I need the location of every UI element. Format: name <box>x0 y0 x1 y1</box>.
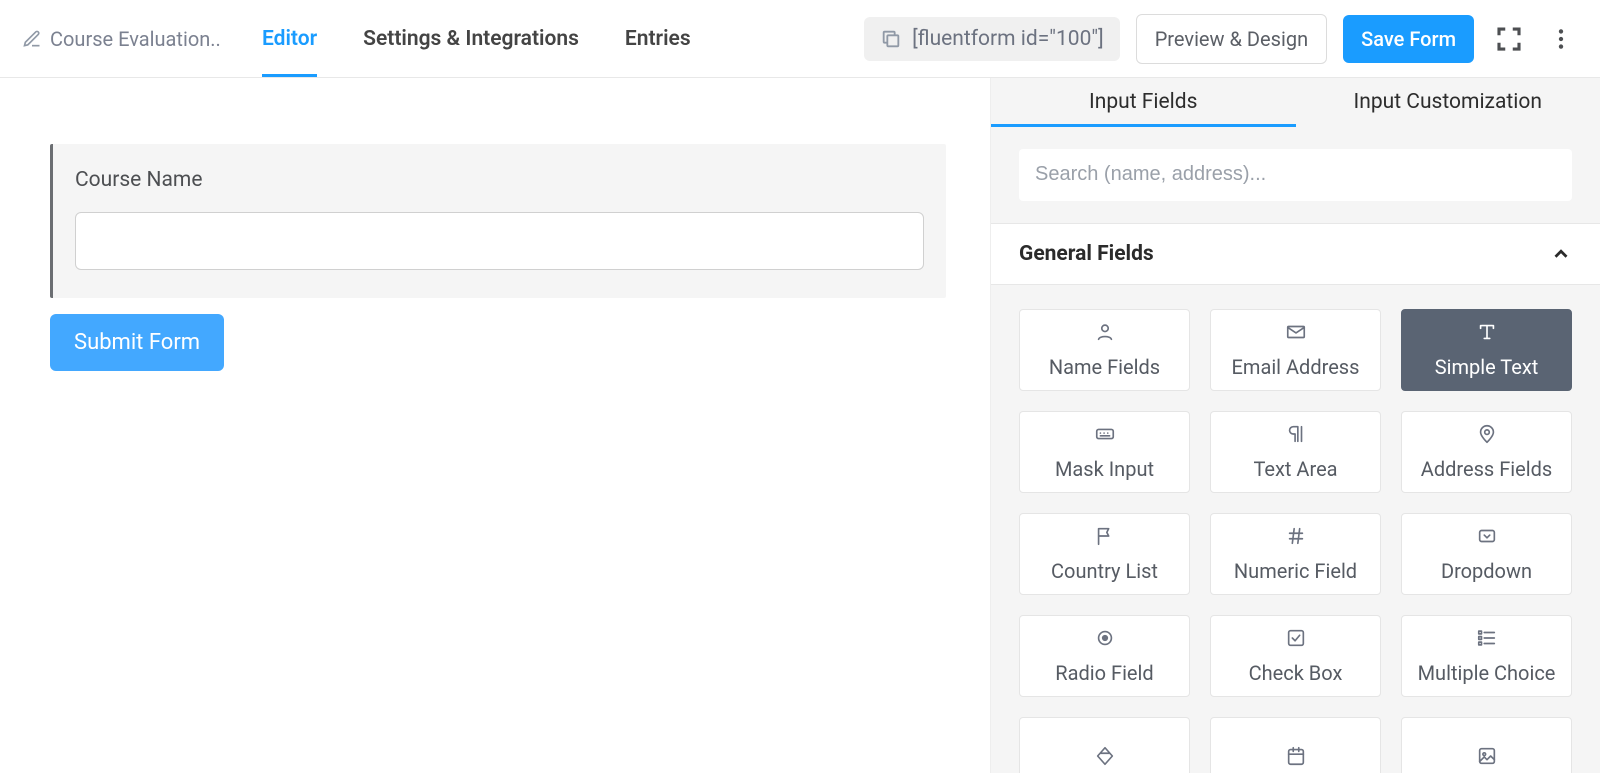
search-input[interactable] <box>1019 149 1572 201</box>
more-menu-button[interactable] <box>1544 22 1578 56</box>
tab-label: Settings & Integrations <box>363 27 579 51</box>
field-card-simple-text[interactable]: Simple Text <box>1401 309 1572 391</box>
fullscreen-icon <box>1494 24 1524 54</box>
form-title[interactable]: Course Evaluation... <box>22 27 222 51</box>
field-card-label: Email Address <box>1232 355 1360 379</box>
tab-label: Editor <box>262 27 317 51</box>
field-card-label: Country List <box>1051 559 1158 583</box>
mail-icon <box>1284 321 1308 347</box>
field-card-label: Multiple Choice <box>1418 661 1556 685</box>
field-card-address-fields[interactable]: Address Fields <box>1401 411 1572 493</box>
paragraph-icon <box>1284 423 1308 449</box>
copy-icon <box>880 28 902 50</box>
sidebar-tabs: Input Fields Input Customization <box>991 78 1600 127</box>
radio-icon <box>1093 627 1117 653</box>
field-card-label: Address Fields <box>1421 457 1552 481</box>
field-card-diamond[interactable] <box>1019 717 1190 773</box>
user-icon <box>1093 321 1117 347</box>
tab-input-customization[interactable]: Input Customization <box>1296 78 1600 127</box>
form-title-text: Course Evaluation... <box>50 27 222 51</box>
field-card-numeric-field[interactable]: Numeric Field <box>1210 513 1381 595</box>
field-card-check-box[interactable]: Check Box <box>1210 615 1381 697</box>
search-wrap <box>991 127 1600 223</box>
field-card-multiple-choice[interactable]: Multiple Choice <box>1401 615 1572 697</box>
field-card-label: Radio Field <box>1055 661 1153 685</box>
canvas-area: Course Name Submit Form <box>0 78 990 773</box>
form-field-block[interactable]: Course Name <box>50 144 946 298</box>
preview-design-button[interactable]: Preview & Design <box>1136 14 1327 64</box>
diamond-icon <box>1093 745 1117 771</box>
side-tab-label: Input Fields <box>1089 90 1197 114</box>
field-label: Course Name <box>75 168 924 192</box>
side-tab-label: Input Customization <box>1354 90 1542 114</box>
shortcode-text: [fluentform id="100"] <box>912 27 1104 51</box>
field-card-name-fields[interactable]: Name Fields <box>1019 309 1190 391</box>
field-card-text-area[interactable]: Text Area <box>1210 411 1381 493</box>
field-card-label: Name Fields <box>1049 355 1160 379</box>
top-right: [fluentform id="100"] Preview & Design S… <box>864 14 1578 64</box>
field-card-label: Simple Text <box>1435 355 1539 379</box>
main: Course Name Submit Form Input Fields Inp… <box>0 78 1600 773</box>
save-form-button[interactable]: Save Form <box>1343 15 1474 63</box>
field-card-label: Mask Input <box>1055 457 1154 481</box>
more-vertical-icon <box>1548 26 1574 52</box>
field-card-label: Check Box <box>1249 661 1343 685</box>
section-title: General Fields <box>1019 242 1154 266</box>
pin-icon <box>1475 423 1499 449</box>
field-card-country-list[interactable]: Country List <box>1019 513 1190 595</box>
chevron-up-icon <box>1550 243 1572 265</box>
shortcode-box[interactable]: [fluentform id="100"] <box>864 17 1120 61</box>
list-icon <box>1475 627 1499 653</box>
field-card-mask-input[interactable]: Mask Input <box>1019 411 1190 493</box>
calendar-icon <box>1284 745 1308 771</box>
tab-entries[interactable]: Entries <box>625 0 691 77</box>
field-card-label: Text Area <box>1253 457 1337 481</box>
field-card-label: Dropdown <box>1441 559 1532 583</box>
field-card-label: Numeric Field <box>1234 559 1357 583</box>
field-card-email-address[interactable]: Email Address <box>1210 309 1381 391</box>
top-tabs: Editor Settings & Integrations Entries <box>262 0 691 77</box>
keyboard-icon <box>1093 423 1117 449</box>
sidebar: Input Fields Input Customization General… <box>990 78 1600 773</box>
tab-editor[interactable]: Editor <box>262 0 317 77</box>
field-card-image[interactable] <box>1401 717 1572 773</box>
flag-icon <box>1093 525 1117 551</box>
pencil-icon <box>22 29 42 49</box>
field-card-dropdown[interactable]: Dropdown <box>1401 513 1572 595</box>
fullscreen-button[interactable] <box>1490 20 1528 58</box>
image-icon <box>1475 745 1499 771</box>
tab-input-fields[interactable]: Input Fields <box>991 78 1296 127</box>
submit-form-button[interactable]: Submit Form <box>50 314 224 371</box>
course-name-input[interactable] <box>75 212 924 270</box>
field-card-calendar[interactable] <box>1210 717 1381 773</box>
tab-settings-integrations[interactable]: Settings & Integrations <box>363 0 579 77</box>
tab-label: Entries <box>625 27 691 51</box>
field-card-radio-field[interactable]: Radio Field <box>1019 615 1190 697</box>
top-bar: Course Evaluation... Editor Settings & I… <box>0 0 1600 78</box>
fields-grid: Name Fields Email Address Simple Text Mask … <box>991 285 1600 773</box>
hash-icon <box>1284 525 1308 551</box>
check-icon <box>1284 627 1308 653</box>
dropdown-icon <box>1475 525 1499 551</box>
section-header-general-fields[interactable]: General Fields <box>991 223 1600 285</box>
text-icon <box>1475 321 1499 347</box>
